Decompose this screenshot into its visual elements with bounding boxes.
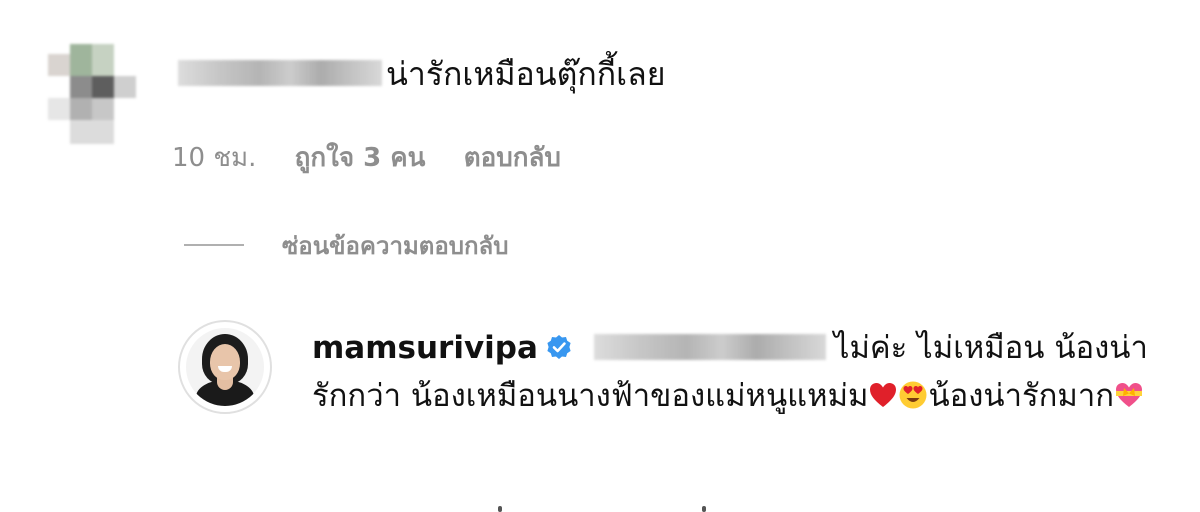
blurred-mentioned-username[interactable] xyxy=(593,333,826,360)
hide-replies-label: ซ่อนข้อความตอบกลับ xyxy=(282,232,509,260)
commenter-avatar-blurred[interactable] xyxy=(48,44,136,144)
reply-button[interactable]: ตอบกลับ xyxy=(464,143,561,173)
heart-eyes-face-icon xyxy=(899,381,927,408)
comment-meta-row: 10 ชม. ถูกใจ 3 คน ตอบกลับ xyxy=(172,138,591,178)
reply-text-continued: น้องน่ารักมาก xyxy=(928,378,1115,414)
reply-username[interactable]: mamsurivipa xyxy=(312,330,538,366)
next-line-cutoff xyxy=(480,502,720,512)
red-heart-icon xyxy=(870,382,897,407)
blurred-username[interactable] xyxy=(178,60,382,86)
comment-timestamp[interactable]: 10 ชม. xyxy=(172,143,256,173)
heart-with-ribbon-icon xyxy=(1116,382,1143,407)
comment-text-row: น่ารักเหมือนตุ๊กกี้เลย xyxy=(178,52,665,96)
reply-avatar[interactable] xyxy=(178,320,272,414)
avatar-photo xyxy=(186,328,264,406)
comment-likes-count[interactable]: ถูกใจ 3 คน xyxy=(295,143,426,173)
replies-divider-line xyxy=(184,244,244,246)
verified-badge-icon xyxy=(547,334,571,359)
comment-text: น่ารักเหมือนตุ๊กกี้เลย xyxy=(386,55,666,93)
reply-comment-body: mamsurivipa ไม่ค่ะ ไม่เหมือน น้องน่ารักก… xyxy=(312,324,1172,420)
hide-replies-toggle[interactable]: ซ่อนข้อความตอบกลับ xyxy=(184,226,508,266)
